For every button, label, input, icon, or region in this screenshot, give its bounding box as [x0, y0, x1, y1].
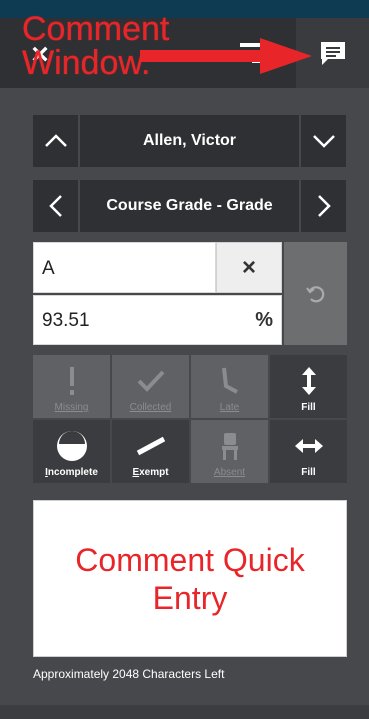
student-name[interactable]: Allen, Victor [80, 115, 299, 167]
close-button[interactable]: × [0, 18, 80, 88]
fill-vertical-label: Fill [301, 402, 316, 413]
incomplete-icon [56, 431, 87, 461]
percent-grade-field[interactable]: 93.51 % [33, 295, 282, 345]
assignment-nav: Course Grade - Grade [33, 180, 346, 232]
late-icon [221, 367, 238, 394]
next-assignment-button[interactable] [301, 180, 346, 232]
previous-student-button[interactable] [33, 115, 78, 167]
top-strip [0, 0, 369, 18]
exclamation-icon [69, 367, 74, 395]
previous-assignment-button[interactable] [33, 180, 78, 232]
chevron-right-icon [317, 195, 331, 217]
incomplete-label: Incomplete [45, 467, 98, 478]
student-nav: Allen, Victor [33, 115, 346, 167]
absent-button[interactable]: Absent [191, 420, 268, 483]
menu-button[interactable] [212, 18, 294, 88]
late-button[interactable]: Late [191, 355, 268, 418]
late-label: Late [219, 402, 240, 413]
chair-icon [221, 433, 238, 460]
percent-value: 93.51 [42, 310, 90, 331]
comment-icon [320, 42, 345, 65]
comment-window-button[interactable] [296, 18, 369, 88]
comment-textarea[interactable]: Comment Quick Entry [33, 500, 347, 657]
bottom-bar [0, 705, 369, 719]
missing-button[interactable]: Missing [33, 355, 110, 418]
letter-grade-input[interactable]: A [33, 242, 216, 293]
chevron-down-icon [312, 135, 335, 148]
annotation-comment-quick-entry: Comment Quick Entry [75, 541, 305, 616]
menu-icon [240, 43, 266, 63]
collected-button[interactable]: Collected [112, 355, 189, 418]
exempt-label: Exempt [132, 467, 169, 478]
close-icon: × [31, 38, 49, 71]
missing-label: Missing [54, 402, 89, 413]
fill-horizontal-button[interactable]: Fill [270, 420, 347, 483]
next-student-button[interactable] [301, 115, 346, 167]
collected-label: Collected [129, 402, 172, 413]
exempt-icon [136, 436, 165, 456]
exempt-button[interactable]: Exempt [112, 420, 189, 483]
fill-vertical-icon [301, 367, 316, 395]
check-icon [137, 370, 164, 392]
assignment-name[interactable]: Course Grade - Grade [80, 180, 299, 232]
clear-icon: × [241, 253, 256, 281]
undo-button[interactable] [284, 242, 347, 345]
fill-horizontal-label: Fill [301, 467, 316, 478]
chevron-up-icon [44, 134, 67, 147]
chevron-left-icon [48, 195, 62, 217]
absent-label: Absent [213, 467, 246, 478]
status-button-grid: Missing Collected Late Fill Incomplete E… [33, 355, 347, 483]
incomplete-button[interactable]: Incomplete [33, 420, 110, 483]
undo-icon [305, 285, 324, 302]
panel-header: × [0, 18, 369, 88]
percent-unit: % [255, 309, 273, 331]
fill-horizontal-icon [294, 439, 323, 453]
fill-vertical-button[interactable]: Fill [270, 355, 347, 418]
characters-left-text: Approximately 2048 Characters Left [33, 667, 225, 681]
clear-grade-button[interactable]: × [216, 242, 282, 293]
